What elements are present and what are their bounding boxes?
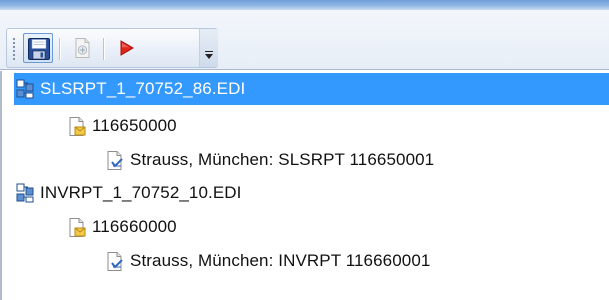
toolbar-separator <box>59 38 61 60</box>
tree-node-label: INVRPT_1_70752_10.EDI <box>40 183 242 202</box>
save-button[interactable] <box>23 33 53 63</box>
message-document-icon <box>107 252 123 271</box>
overflow-bar <box>205 51 213 52</box>
add-document-button[interactable] <box>67 33 97 63</box>
interchange-icon <box>16 79 34 99</box>
tree-node-label: Strauss, München: INVRPT 116660001 <box>130 251 431 270</box>
tree-node-label: SLSRPT_1_70752_86.EDI <box>40 79 246 98</box>
tree-node-group[interactable]: 116660000 <box>66 211 177 243</box>
tree-node-group[interactable]: 116650000 <box>66 110 177 142</box>
tree-node-interchange[interactable]: SLSRPT_1_70752_86.EDI <box>14 73 609 105</box>
tree-node-message[interactable]: Strauss, München: INVRPT 116660001 <box>104 245 430 277</box>
toolbar-separator <box>103 38 105 60</box>
add-document-icon <box>75 38 90 58</box>
save-icon <box>28 38 50 60</box>
toolbar-overflow-button[interactable] <box>199 29 218 67</box>
group-document-icon <box>69 117 86 136</box>
run-icon <box>120 40 134 56</box>
group-document-icon <box>69 218 86 237</box>
run-button[interactable] <box>111 33 141 63</box>
toolstrip-grip[interactable] <box>12 37 16 61</box>
title-strip <box>0 0 609 10</box>
tree-node-label: 116660000 <box>92 217 177 236</box>
tree-node-message[interactable]: Strauss, München: SLSRPT 116650001 <box>104 144 434 176</box>
toolbar-area <box>0 10 609 70</box>
tree-node-label: Strauss, München: SLSRPT 116650001 <box>130 150 435 169</box>
tree-node-label: 116650000 <box>92 116 177 135</box>
toolstrip <box>6 28 218 68</box>
edi-viewer-window: SLSRPT_1_70752_86.EDI 116650000 Strauss,… <box>0 0 609 300</box>
tree-border <box>0 71 2 300</box>
message-document-icon <box>107 151 123 170</box>
tree-node-interchange[interactable]: INVRPT_1_70752_10.EDI <box>14 177 242 209</box>
chevron-down-icon <box>205 54 213 59</box>
interchange-icon <box>16 183 34 203</box>
